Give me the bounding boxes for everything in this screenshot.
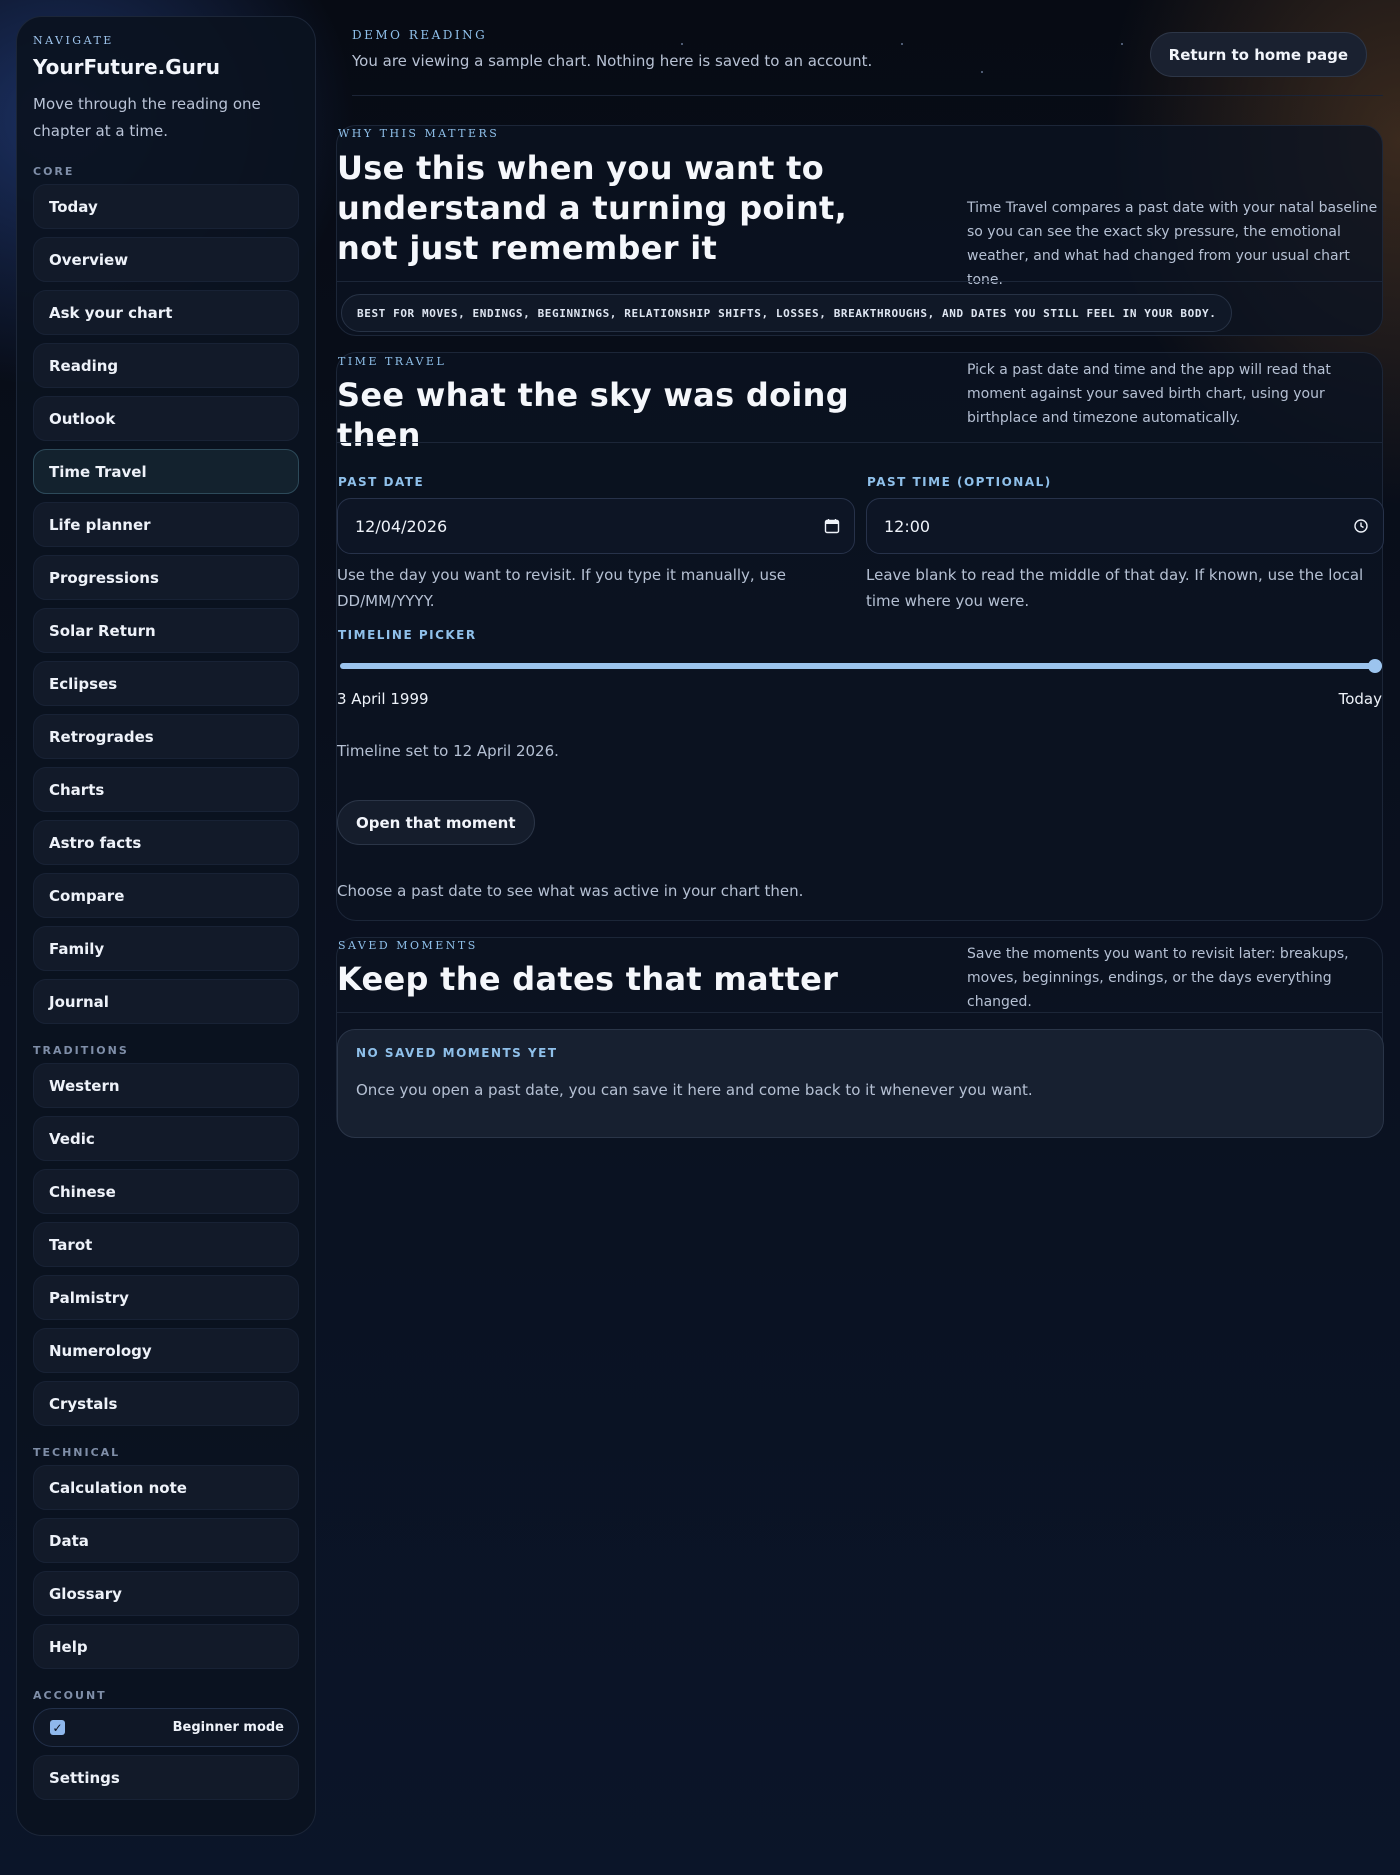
divider <box>337 281 1382 282</box>
timeline-status: Timeline set to 12 April 2026. <box>337 742 559 760</box>
best-for-pill: BEST FOR MOVES, ENDINGS, BEGINNINGS, REL… <box>341 294 1233 332</box>
timeline-slider[interactable] <box>340 659 1382 673</box>
sidebar-item-tarot[interactable]: Tarot <box>33 1222 299 1267</box>
calendar-icon[interactable] <box>824 518 840 534</box>
sidebar-item-numerology[interactable]: Numerology <box>33 1328 299 1373</box>
sidebar-item-palmistry[interactable]: Palmistry <box>33 1275 299 1320</box>
group-label-technical: TECHNICAL <box>33 1446 121 1459</box>
why-description: Time Travel compares a past date with yo… <box>967 200 1378 288</box>
timeline-label: TIMELINE PICKER <box>338 628 477 642</box>
sidebar-item-chinese[interactable]: Chinese <box>33 1169 299 1214</box>
past-date-input[interactable]: 12/04/2026 <box>337 498 855 554</box>
sidebar-item-outlook[interactable]: Outlook <box>33 396 299 441</box>
sidebar-item-journal[interactable]: Journal <box>33 979 299 1024</box>
past-date-hint: Use the day you want to revisit. If you … <box>337 566 787 610</box>
past-time-hint: Leave blank to read the middle of that d… <box>866 566 1364 610</box>
time-travel-footer: Choose a past date to see what was activ… <box>337 882 804 900</box>
timeline-start-label: 3 April 1999 <box>337 690 429 708</box>
slider-track[interactable] <box>340 663 1382 669</box>
past-time-input[interactable]: 12:00 <box>866 498 1384 554</box>
saved-moments-panel: SAVED MOMENTS Keep the dates that matter… <box>336 937 1384 1138</box>
sidebar-item-glossary[interactable]: Glossary <box>33 1571 299 1616</box>
beginner-mode-label: Beginner mode <box>172 1720 284 1735</box>
sidebar-item-life-planner[interactable]: Life planner <box>33 502 299 547</box>
sidebar-item-charts[interactable]: Charts <box>33 767 299 812</box>
demo-banner: DEMO READING You are viewing a sample ch… <box>352 28 1383 96</box>
brand-name[interactable]: YourFuture.Guru <box>33 55 299 79</box>
empty-saved-text: Once you open a past date, you can save … <box>356 1081 1033 1099</box>
past-date-value: 12/04/2026 <box>355 516 448 536</box>
clock-icon[interactable] <box>1353 518 1369 534</box>
slider-thumb[interactable] <box>1368 659 1382 673</box>
sidebar-item-reading[interactable]: Reading <box>33 343 299 388</box>
divider <box>337 1012 1382 1013</box>
time-travel-eyebrow: TIME TRAVEL <box>338 355 447 368</box>
past-time-label: PAST TIME (OPTIONAL) <box>867 475 1052 489</box>
group-label-core: CORE <box>33 165 75 178</box>
sidebar-item-ask-your-chart[interactable]: Ask your chart <box>33 290 299 335</box>
open-moment-button[interactable]: Open that moment <box>337 800 535 845</box>
sidebar-item-data[interactable]: Data <box>33 1518 299 1563</box>
sidebar-item-overview[interactable]: Overview <box>33 237 299 282</box>
group-label-account: ACCOUNT <box>33 1689 107 1702</box>
sidebar-eyebrow: NAVIGATE <box>33 34 114 47</box>
why-this-matters-panel: WHY THIS MATTERS Use this when you want … <box>336 125 1383 336</box>
sidebar-item-astro-facts[interactable]: Astro facts <box>33 820 299 865</box>
past-date-label: PAST DATE <box>338 475 425 489</box>
checkbox-checked-icon[interactable]: ✓ <box>50 1720 65 1735</box>
sidebar-item-calculation-note[interactable]: Calculation note <box>33 1465 299 1510</box>
sidebar-subtitle: Move through the reading one chapter at … <box>33 95 261 140</box>
nav-group-core: Today Overview Ask your chart Reading Ou… <box>33 184 299 1024</box>
sidebar-item-family[interactable]: Family <box>33 926 299 971</box>
timeline-end-label: Today <box>1338 690 1382 708</box>
group-label-traditions: TRADITIONS <box>33 1044 129 1057</box>
beginner-mode-toggle[interactable]: ✓ Beginner mode <box>33 1708 299 1747</box>
why-eyebrow: WHY THIS MATTERS <box>338 127 500 140</box>
sidebar-item-help[interactable]: Help <box>33 1624 299 1669</box>
sidebar-item-crystals[interactable]: Crystals <box>33 1381 299 1426</box>
sidebar-item-eclipses[interactable]: Eclipses <box>33 661 299 706</box>
divider <box>337 442 1382 443</box>
return-home-button[interactable]: Return to home page <box>1149 32 1367 77</box>
sidebar-item-solar-return[interactable]: Solar Return <box>33 608 299 653</box>
sidebar-item-today[interactable]: Today <box>33 184 299 229</box>
sidebar-item-western[interactable]: Western <box>33 1063 299 1108</box>
time-travel-title: See what the sky was doing then <box>337 376 849 454</box>
time-travel-description: Pick a past date and time and the app wi… <box>967 362 1331 426</box>
saved-title: Keep the dates that matter <box>337 960 839 998</box>
sidebar-item-vedic[interactable]: Vedic <box>33 1116 299 1161</box>
time-travel-panel: TIME TRAVEL See what the sky was doing t… <box>336 352 1384 921</box>
saved-eyebrow: SAVED MOMENTS <box>338 939 478 952</box>
past-time-value: 12:00 <box>884 516 931 536</box>
sidebar-item-settings[interactable]: Settings <box>33 1755 299 1800</box>
sidebar-item-retrogrades[interactable]: Retrogrades <box>33 714 299 759</box>
sidebar-item-progressions[interactable]: Progressions <box>33 555 299 600</box>
empty-saved-title: NO SAVED MOMENTS YET <box>356 1046 558 1060</box>
why-title: Use this when you want to understand a t… <box>337 149 848 267</box>
nav-group-technical: Calculation note Data Glossary Help <box>33 1465 299 1669</box>
sidebar-item-compare[interactable]: Compare <box>33 873 299 918</box>
empty-saved-card: NO SAVED MOMENTS YET Once you open a pas… <box>337 1029 1384 1138</box>
sidebar: NAVIGATE YourFuture.Guru Move through th… <box>16 16 316 1836</box>
nav-group-traditions: Western Vedic Chinese Tarot Palmistry Nu… <box>33 1063 299 1426</box>
saved-description: Save the moments you want to revisit lat… <box>967 946 1349 1010</box>
sidebar-item-time-travel[interactable]: Time Travel <box>33 449 299 494</box>
